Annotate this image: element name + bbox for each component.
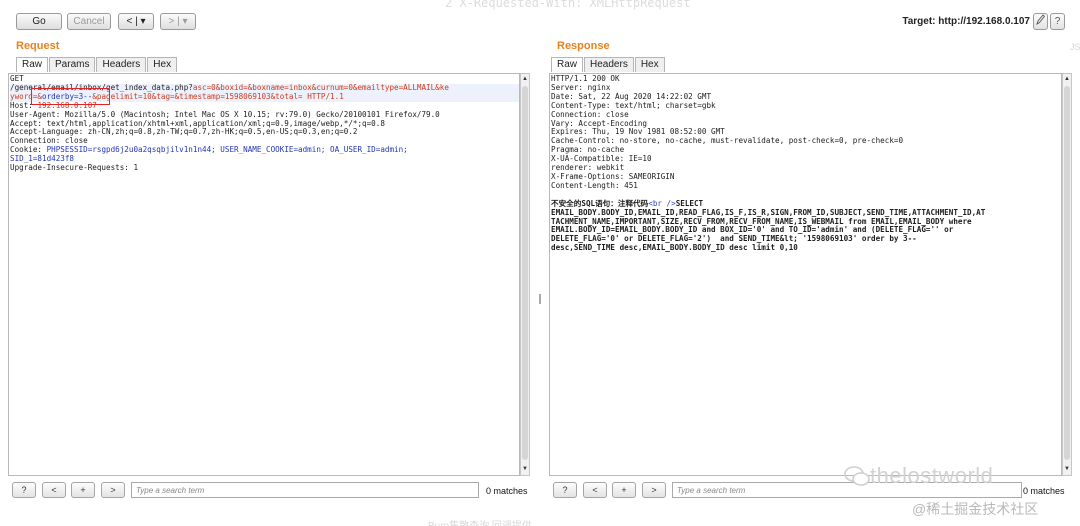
- tab-params[interactable]: Params: [49, 57, 96, 72]
- tab-raw[interactable]: Raw: [551, 57, 584, 72]
- search-next-button[interactable]: >: [101, 482, 125, 498]
- request-editor[interactable]: GET /general/email/inbox/get_index_data.…: [8, 73, 520, 476]
- watermark-site: @稀土掘金技术社区: [912, 501, 1039, 517]
- request-title: Request: [16, 40, 60, 52]
- forward-button[interactable]: > | ▾: [160, 13, 196, 30]
- response-tabs: Raw Headers Hex: [551, 57, 666, 72]
- back-button[interactable]: < | ▾: [118, 13, 154, 30]
- scroll-up-icon[interactable]: ▲: [521, 75, 529, 84]
- search-add-button[interactable]: +: [71, 482, 95, 498]
- search-add-button[interactable]: +: [612, 482, 636, 498]
- request-scrollbar[interactable]: ▲ ▼: [520, 73, 530, 476]
- scroll-down-icon[interactable]: ▼: [521, 465, 529, 474]
- grip-icon: [539, 294, 541, 304]
- response-editor[interactable]: HTTP/1.1 200 OK Server: nginx Date: Sat,…: [549, 73, 1062, 476]
- request-search-bar: ? < + > 0 matches: [12, 482, 537, 502]
- scroll-down-icon[interactable]: ▼: [1063, 465, 1071, 474]
- search-prev-button[interactable]: <: [583, 482, 607, 498]
- search-prev-button[interactable]: <: [42, 482, 66, 498]
- tab-headers[interactable]: Headers: [96, 57, 147, 72]
- tab-raw[interactable]: Raw: [16, 57, 49, 72]
- response-title: Response: [557, 40, 610, 52]
- response-text: HTTP/1.1 200 OK Server: nginx Date: Sat,…: [551, 74, 986, 253]
- tab-hex[interactable]: Hex: [634, 57, 665, 72]
- go-button[interactable]: Go: [16, 13, 62, 30]
- scroll-up-icon[interactable]: ▲: [1063, 75, 1071, 84]
- scroll-thumb[interactable]: [522, 86, 528, 460]
- search-help-button[interactable]: ?: [12, 482, 36, 498]
- request-tabs: Raw Params Headers Hex: [16, 57, 178, 72]
- search-help-button[interactable]: ?: [553, 482, 577, 498]
- search-input[interactable]: [131, 482, 479, 498]
- toolbar: Go Cancel < | ▾ > | ▾ Target: http://192…: [0, 0, 1080, 36]
- target-label: Target: http://192.168.0.107: [902, 16, 1030, 27]
- match-count: 0 matches: [1023, 486, 1065, 496]
- tab-hex[interactable]: Hex: [147, 57, 178, 72]
- watermark-handle: thelostworld: [844, 463, 993, 489]
- pane-divider[interactable]: [537, 36, 543, 502]
- match-count: 0 matches: [486, 486, 528, 496]
- wechat-icon: [844, 466, 870, 486]
- search-next-button[interactable]: >: [642, 482, 666, 498]
- cancel-button[interactable]: Cancel: [67, 13, 111, 30]
- response-scrollbar[interactable]: ▲ ▼: [1062, 73, 1072, 476]
- help-icon[interactable]: ?: [1050, 13, 1065, 30]
- background-text-bottom: Burp集散查询 回调提供: [428, 517, 532, 526]
- edge-text: JS: [1070, 42, 1080, 52]
- pencil-icon[interactable]: [1033, 13, 1048, 30]
- highlight-box: [31, 88, 110, 105]
- scroll-thumb[interactable]: [1064, 86, 1070, 460]
- tab-headers[interactable]: Headers: [584, 57, 634, 72]
